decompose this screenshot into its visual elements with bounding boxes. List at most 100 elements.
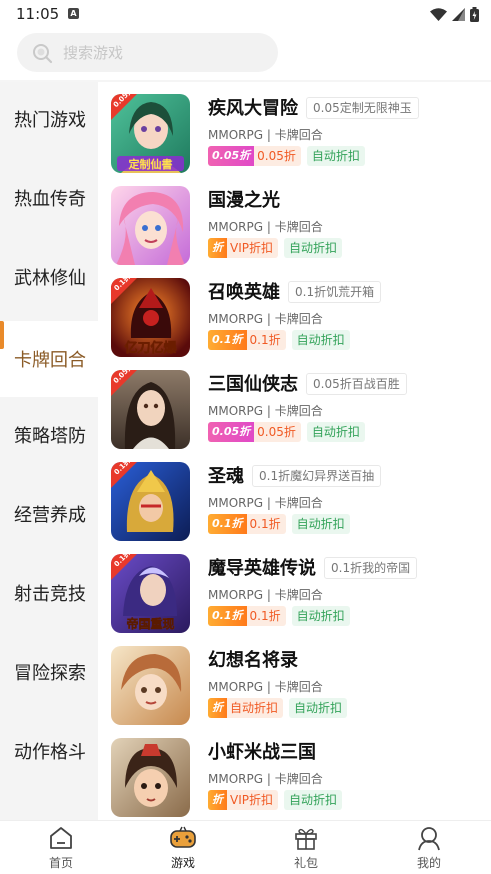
- game-name: 召唤英雄: [208, 282, 280, 303]
- game-name: 魔导英雄传说: [208, 558, 316, 579]
- list-item[interactable]: 0.1折 圣魂 0.1折魔幻异界送百抽 MMORPG | 卡牌回合 0.1折 0…: [98, 450, 491, 542]
- game-category: MMORPG | 卡牌回合: [208, 312, 323, 326]
- auto-discount-tag: 自动折扣: [289, 698, 348, 718]
- bottom-nav: 首页 游戏 礼包 我的: [0, 820, 491, 874]
- nav-label: 礼包: [293, 856, 318, 870]
- discount-label: 0.1折: [249, 609, 281, 623]
- auto-discount-tag: 自动折扣: [291, 330, 350, 350]
- discount-label: 0.05折: [257, 149, 296, 163]
- discount-badge: 折: [208, 790, 227, 810]
- thumb-caption: 定制仙書: [129, 157, 173, 171]
- search-placeholder: 搜索游戏: [63, 44, 124, 62]
- discount-label: 0.05折: [257, 425, 296, 439]
- discount-tag: 0.1折 0.1折: [208, 606, 286, 626]
- discount-tag: 0.05折 0.05折: [208, 146, 301, 166]
- promo-tag: 0.1折饥荒开箱: [288, 281, 382, 303]
- promo-tag: 0.05折百战百胜: [306, 373, 407, 395]
- auto-discount-tag: 自动折扣: [306, 146, 365, 166]
- game-name: 小虾米战三国: [208, 742, 316, 763]
- discount-tag: 折 自动折扣: [208, 698, 284, 718]
- auto-discount-tag: 自动折扣: [284, 790, 343, 810]
- discount-badge: 折: [208, 698, 227, 718]
- nav-label: 游戏: [170, 856, 195, 870]
- signal-icon: [452, 7, 465, 21]
- discount-badge: 折: [208, 238, 227, 258]
- list-item[interactable]: 0.1折 亿刀亿爆 召唤英雄 0.1折饥荒开箱 MMORPG | 卡牌回合 0.…: [98, 266, 491, 358]
- gift-icon: [295, 828, 317, 850]
- discount-badge: 0.05折: [208, 146, 255, 166]
- search-icon: [33, 43, 53, 63]
- list-item[interactable]: 0.05折 三国仙侠志 0.05折百战百胜 MMORPG | 卡牌回合 0.05…: [98, 358, 491, 450]
- game-name: 三国仙侠志: [208, 374, 298, 395]
- game-category: MMORPG | 卡牌回合: [208, 496, 323, 510]
- discount-label: VIP折扣: [230, 793, 273, 807]
- list-item[interactable]: 国漫之光 MMORPG | 卡牌回合 折 VIP折扣 自动折扣: [98, 174, 491, 266]
- sidebar-item-hot-games[interactable]: 热门游戏: [0, 84, 98, 154]
- nav-profile[interactable]: 我的: [389, 825, 469, 873]
- sidebar-item-simulation[interactable]: 经营养成: [0, 479, 98, 549]
- game-category: MMORPG | 卡牌回合: [208, 220, 323, 234]
- tag-row: 0.05折 0.05折 自动折扣: [208, 146, 365, 168]
- game-name: 幻想名将录: [208, 650, 298, 671]
- thumb-caption: 亿刀亿爆: [124, 340, 177, 356]
- game-icon: [111, 646, 190, 725]
- sidebar-item-adventure[interactable]: 冒险探索: [0, 637, 98, 707]
- discount-label: 0.1折: [249, 517, 281, 531]
- sidebar-item-shooter[interactable]: 射击竞技: [0, 558, 98, 628]
- status-icons: [430, 6, 479, 22]
- list-item[interactable]: 0.05折 定制仙書 疾风大冒险 0.05定制无限神玉 MMORPG | 卡牌回…: [98, 82, 491, 174]
- sidebar-item-action[interactable]: 动作格斗: [0, 716, 98, 786]
- list-item[interactable]: 小虾米战三国 MMORPG | 卡牌回合 折 VIP折扣 自动折扣: [98, 726, 491, 818]
- discount-tag: 折 VIP折扣: [208, 238, 278, 258]
- game-category: MMORPG | 卡牌回合: [208, 772, 323, 786]
- list-item[interactable]: 0.1折 帝国重现 魔导英雄传说 0.1折我的帝国 MMORPG | 卡牌回合 …: [98, 542, 491, 634]
- promo-tag: 0.1折我的帝国: [324, 557, 418, 579]
- nav-games[interactable]: 游戏: [143, 825, 223, 873]
- nav-label: 我的: [416, 856, 441, 870]
- game-icon: 0.1折 亿刀亿爆: [111, 278, 190, 357]
- auto-discount-tag: 自动折扣: [306, 422, 365, 442]
- category-sidebar: 热门游戏 热血传奇 武林修仙 卡牌回合 策略塔防 经营养成 射击竞技 冒险探索 …: [0, 82, 98, 820]
- discount-tag: 折 VIP折扣: [208, 790, 278, 810]
- search-input[interactable]: 搜索游戏: [17, 33, 278, 72]
- game-icon: 0.05折: [111, 370, 190, 449]
- discount-tag: 0.1折 0.1折: [208, 514, 286, 534]
- tag-row: 0.1折 0.1折 自动折扣: [208, 606, 350, 628]
- promo-tag: 0.1折魔幻异界送百抽: [252, 465, 382, 487]
- sidebar-item-card-turn-based[interactable]: 卡牌回合: [0, 321, 98, 397]
- tag-row: 折 VIP折扣 自动折扣: [208, 790, 343, 812]
- game-list: 0.05折 定制仙書 疾风大冒险 0.05定制无限神玉 MMORPG | 卡牌回…: [98, 82, 491, 820]
- wifi-icon: [430, 7, 447, 21]
- auto-discount-tag: 自动折扣: [284, 238, 343, 258]
- game-icon: 0.05折 定制仙書: [111, 94, 190, 173]
- sidebar-item-martial-arts[interactable]: 武林修仙: [0, 242, 98, 312]
- sidebar-item-legend[interactable]: 热血传奇: [0, 163, 98, 233]
- game-icon: [111, 738, 190, 817]
- game-category: MMORPG | 卡牌回合: [208, 680, 323, 694]
- discount-tag: 0.1折 0.1折: [208, 330, 286, 350]
- game-category: MMORPG | 卡牌回合: [208, 128, 323, 142]
- tag-row: 折 VIP折扣 自动折扣: [208, 238, 343, 260]
- notification-icon: A: [68, 8, 79, 19]
- nav-gifts[interactable]: 礼包: [266, 825, 346, 873]
- game-icon: 0.1折: [111, 462, 190, 541]
- promo-tag: 0.05定制无限神玉: [306, 97, 419, 119]
- thumb-caption: 帝国重现: [126, 616, 174, 631]
- tag-row: 0.05折 0.05折 自动折扣: [208, 422, 365, 444]
- game-category: MMORPG | 卡牌回合: [208, 404, 323, 418]
- tag-row: 折 自动折扣 自动折扣: [208, 698, 348, 720]
- discount-badge: 0.1折: [208, 606, 247, 626]
- discount-label: 自动折扣: [230, 701, 279, 715]
- auto-discount-tag: 自动折扣: [291, 606, 350, 626]
- tag-row: 0.1折 0.1折 自动折扣: [208, 514, 350, 536]
- game-name: 圣魂: [208, 466, 244, 487]
- status-time: 11:05: [16, 5, 60, 23]
- discount-tag: 0.05折 0.05折: [208, 422, 301, 442]
- discount-label: 0.1折: [249, 333, 281, 347]
- battery-icon: [470, 6, 479, 22]
- game-name: 国漫之光: [208, 190, 280, 211]
- list-item[interactable]: 幻想名将录 MMORPG | 卡牌回合 折 自动折扣 自动折扣: [98, 634, 491, 726]
- auto-discount-tag: 自动折扣: [291, 514, 350, 534]
- sidebar-item-strategy[interactable]: 策略塔防: [0, 400, 98, 470]
- nav-home[interactable]: 首页: [21, 825, 101, 873]
